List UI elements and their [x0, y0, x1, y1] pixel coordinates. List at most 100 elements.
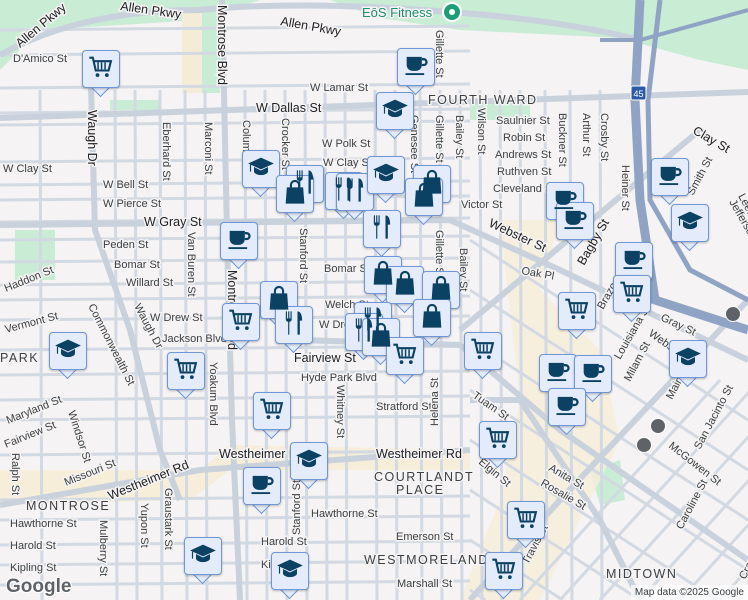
graduation-cap-icon [372, 159, 400, 192]
street-label: Buckner St [556, 113, 568, 167]
neighborhood-label: COURTLANDT [374, 470, 474, 484]
street-label: Stratford St [376, 401, 432, 413]
cart-marker[interactable] [222, 303, 260, 351]
coffee-marker[interactable] [548, 388, 586, 436]
street-label: Bomar St [324, 263, 370, 275]
highway-shield-label: 45 [633, 89, 643, 99]
transit-station-icon[interactable] [725, 306, 741, 322]
school-marker[interactable] [669, 340, 707, 388]
street-label: Crosby St [598, 113, 610, 161]
coffee-marker[interactable] [243, 467, 281, 515]
marker-box [276, 175, 314, 213]
street-label: W Dallas St [256, 101, 322, 115]
coffee-cup-icon [561, 205, 589, 238]
poi-label[interactable]: EōS Fitness [361, 4, 435, 22]
street-label: Van Buren St [185, 232, 197, 297]
cart-marker[interactable] [82, 50, 120, 98]
marker-box [556, 202, 594, 240]
neighborhood-label: FOURTH WARD [428, 93, 538, 107]
school-marker[interactable] [271, 552, 309, 600]
shopping-cart-icon [258, 395, 286, 428]
school-marker[interactable] [671, 204, 709, 252]
shopping-cart-icon [490, 555, 518, 588]
street-label: Arthur St [580, 113, 592, 156]
street-label: Willard St [126, 277, 173, 289]
street-label: Whitney St [334, 385, 346, 438]
street-label: Allen Pkwy [279, 14, 342, 39]
street-label: Peden St [103, 239, 148, 251]
marker-box [243, 467, 281, 505]
street-label: Hyde Park Blvd [301, 372, 377, 384]
bag-marker[interactable] [405, 178, 443, 226]
school-marker[interactable] [376, 92, 414, 140]
shopping-cart-icon [618, 278, 646, 311]
school-marker[interactable] [290, 442, 328, 490]
street-label: W Gray St [144, 215, 202, 229]
shopping-cart-icon [469, 335, 497, 368]
street-label: Ralph St [9, 453, 21, 495]
marker-box [336, 173, 374, 211]
marker-box [275, 306, 313, 344]
shopping-bag-icon [281, 178, 309, 211]
street-label: W Clay St [323, 157, 372, 169]
transit-station-icon[interactable] [650, 418, 666, 434]
street-label: Helena St [429, 378, 441, 426]
street-label: Graustark St [162, 488, 174, 550]
street-label: W Clay St [3, 163, 52, 175]
google-logo[interactable]: Google [6, 576, 71, 598]
street-segment [568, 89, 574, 600]
neighborhood-label: MIDTOWN [606, 567, 677, 581]
street-label: Marshall St [397, 578, 452, 590]
street-label: W Pierce St [103, 198, 161, 210]
street-label: Hawthorne St [311, 508, 378, 520]
cart-marker[interactable] [613, 275, 651, 323]
cart-marker[interactable] [479, 421, 517, 469]
neighborhood-label: PARK [0, 351, 39, 365]
neighborhood-label: PLACE [396, 483, 445, 497]
marker-box [464, 332, 502, 370]
street-label: Montrose Blvd [215, 5, 229, 85]
bag-marker[interactable] [276, 175, 314, 223]
cart-marker[interactable] [167, 352, 205, 400]
cart-marker[interactable] [386, 337, 424, 385]
graduation-cap-icon [189, 540, 217, 573]
school-marker[interactable] [184, 537, 222, 585]
food-marker[interactable] [275, 306, 313, 354]
cart-marker[interactable] [558, 292, 596, 340]
street-label: Hawthorne St [10, 518, 77, 530]
eos-fitness-pin[interactable] [442, 2, 462, 22]
marker-box [479, 421, 517, 459]
marker-box [376, 92, 414, 130]
street-label: Gillette St [433, 115, 445, 163]
coffee-marker[interactable] [220, 222, 258, 270]
street-label: Bomar St [114, 259, 160, 271]
cart-marker[interactable] [464, 332, 502, 380]
cart-marker[interactable] [485, 552, 523, 600]
street-label: Tuam St [470, 390, 511, 423]
cart-marker[interactable] [507, 501, 545, 549]
transit-station-icon[interactable] [636, 437, 652, 453]
food-marker[interactable] [363, 210, 401, 258]
marker-box [367, 156, 405, 194]
marker-box [558, 292, 596, 330]
street-label: Harold St [10, 540, 56, 552]
coffee-marker[interactable] [556, 202, 594, 250]
marker-box [167, 352, 205, 390]
street-label: Jackson Blvd [162, 333, 227, 345]
street-label: W Polk St [322, 138, 370, 150]
street-label: San Jacinto St [692, 383, 736, 451]
marker-box [184, 537, 222, 575]
cart-marker[interactable] [253, 392, 291, 440]
coffee-cup-icon [402, 51, 430, 84]
map-attribution[interactable]: Map data ©2025 Google [630, 585, 748, 600]
marker-box [671, 204, 709, 242]
street-label: Wilson St [475, 108, 487, 154]
marker-box [669, 340, 707, 378]
street-label: Kipling St [10, 562, 56, 574]
school-marker[interactable] [49, 332, 87, 380]
school-marker[interactable] [367, 156, 405, 204]
marker-box [242, 150, 280, 188]
coffee-marker[interactable] [397, 48, 435, 96]
coffee-marker[interactable] [651, 158, 689, 206]
school-marker[interactable] [242, 150, 280, 198]
